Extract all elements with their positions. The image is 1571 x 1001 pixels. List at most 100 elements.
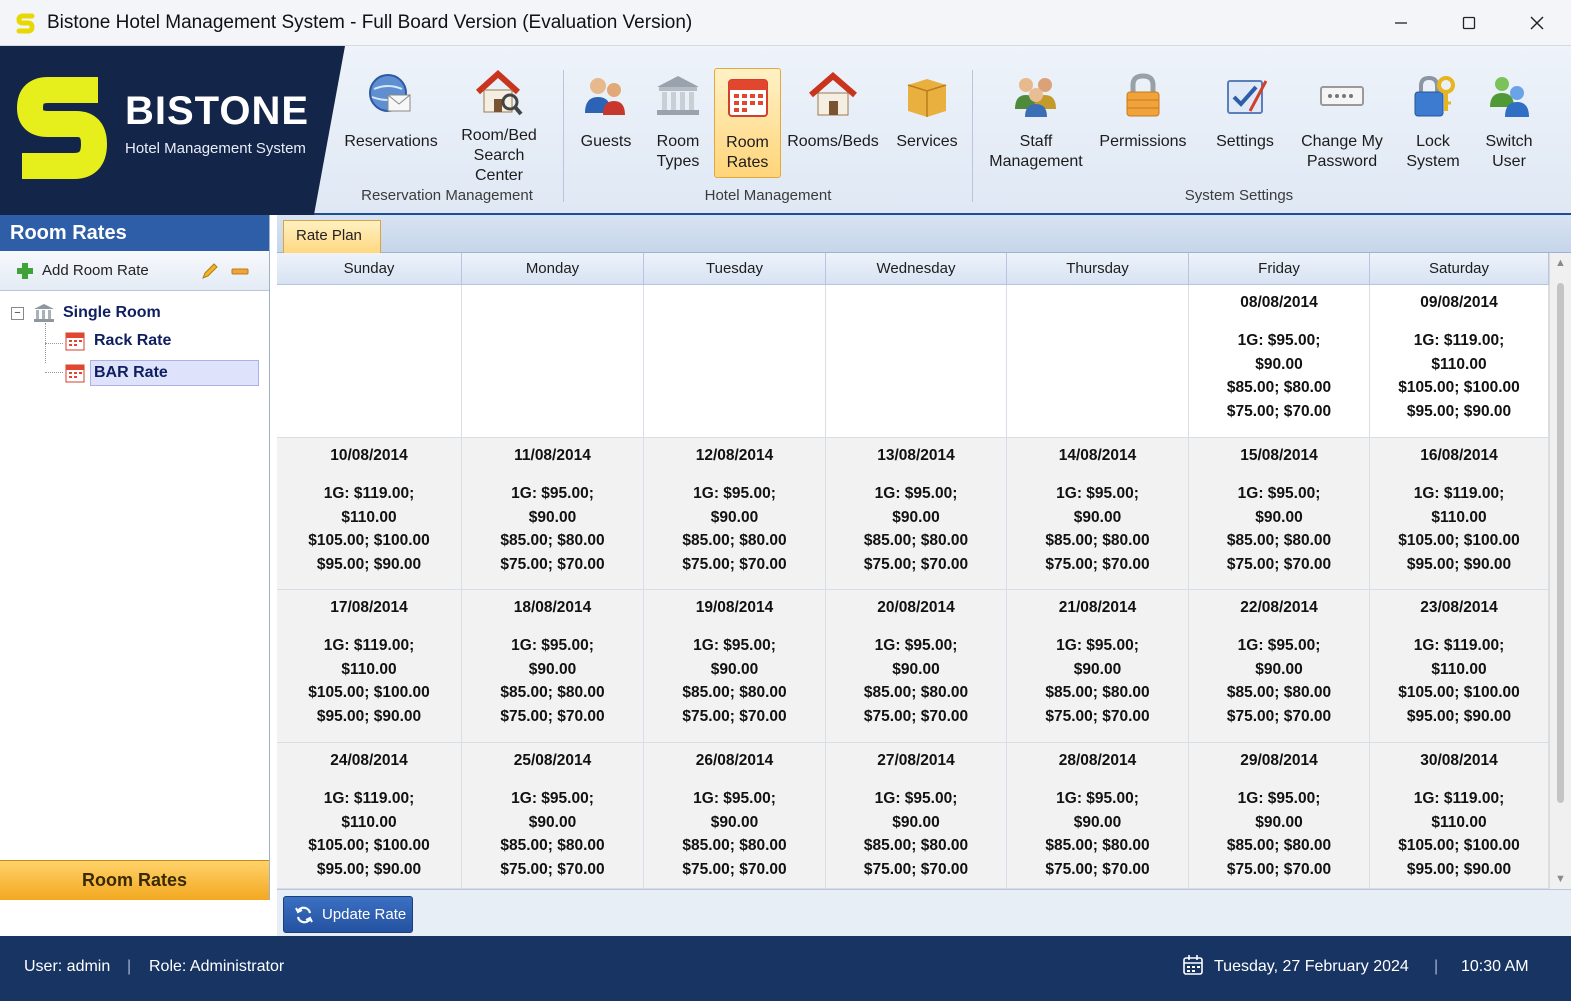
rate-day-cell[interactable]: 25/08/2014 1G: $95.00; $90.00 $85.00; $80.0… [462, 743, 644, 889]
rate-day-cell[interactable]: 20/08/2014 1G: $95.00; $90.00 $85.00; $80.0… [826, 590, 1007, 743]
tree-item-single-room[interactable]: Single Room [33, 303, 161, 323]
guests-icon [578, 68, 634, 124]
rate-day-cell[interactable]: 27/08/2014 1G: $95.00; $90.00 $85.00; $80.0… [826, 743, 1007, 889]
add-room-rate-button[interactable]: Add Room Rate [16, 262, 149, 280]
cell-date: 11/08/2014 [514, 447, 591, 464]
rate-day-cell[interactable]: 30/08/2014 1G: $119.00; $110.00 $105.00; $1… [1370, 743, 1549, 889]
rate-day-cell[interactable]: 14/08/2014 1G: $95.00; $90.00 $85.00; $80.0… [1007, 438, 1189, 590]
change-my-password-button[interactable]: Change My Password [1296, 68, 1388, 178]
tab-rate-plan[interactable]: Rate Plan [283, 220, 381, 253]
rate-day-cell[interactable]: 23/08/2014 1G: $119.00; $110.00 $105.00; $1… [1370, 590, 1549, 743]
scrollbar-thumb[interactable] [1557, 283, 1564, 803]
vertical-scrollbar[interactable]: ▲ ▼ [1549, 253, 1571, 889]
rate-day-cell[interactable]: 15/08/2014 1G: $95.00; $90.00 $85.00; $80.0… [1189, 438, 1370, 590]
staff-management-label: Staff Management [989, 133, 1083, 170]
rate-line: $90.00 [892, 813, 940, 831]
rate-line: 1G: $95.00; [1237, 485, 1321, 502]
building-columns-icon [650, 68, 706, 124]
rate-day-cell[interactable]: 29/08/2014 1G: $95.00; $90.00 $85.00; $80.0… [1189, 743, 1370, 889]
rate-line: $90.00 [1073, 508, 1122, 526]
rate-line: $110.00 [1431, 660, 1487, 678]
cell-date: 09/08/2014 [1420, 294, 1498, 311]
scroll-up-icon[interactable]: ▲ [1555, 257, 1566, 269]
cell-date: 24/08/2014 [330, 752, 408, 769]
reservations-button[interactable]: Reservations [344, 68, 438, 178]
rate-line: $105.00; $100.00 [1398, 684, 1520, 701]
rate-line: 1G: $95.00; [693, 485, 776, 502]
left-panel-header: Room Rates [0, 215, 269, 251]
plus-icon [17, 262, 33, 279]
rate-line: $75.00; $70.00 [863, 707, 969, 725]
collapse-toggle-icon[interactable]: − [11, 307, 24, 320]
house-search-icon [471, 68, 527, 118]
group-label-reservation-management: Reservation Management [361, 187, 533, 204]
status-date: Tuesday, 27 February 2024 [1214, 958, 1409, 975]
room-types-button[interactable]: Room Types [648, 68, 708, 178]
rate-day-cell[interactable]: 08/08/2014 1G: $95.00; $90.00 $85.00; $80.0… [1189, 285, 1370, 438]
rate-day-cell[interactable]: 22/08/2014 1G: $95.00; $90.00 $85.00; $80.0… [1189, 590, 1370, 743]
lock-system-button[interactable]: Lock System [1400, 68, 1466, 178]
rate-line: $110.00 [1431, 508, 1487, 526]
rate-line: 1G: $95.00; [874, 485, 958, 502]
rate-line: $85.00; $80.00 [500, 532, 605, 549]
close-button[interactable] [1503, 0, 1571, 46]
edit-pencil-icon[interactable] [200, 262, 220, 280]
cell-rates: 1G: $95.00; $90.00 $85.00; $80.00 $75.00; $… [644, 634, 825, 728]
day-header-monday: Monday [462, 253, 644, 285]
rate-day-cell[interactable]: 16/08/2014 1G: $119.00; $110.00 $105.00; $1… [1370, 438, 1549, 590]
minimize-button[interactable] [1367, 0, 1435, 46]
rate-line: $90.00 [892, 660, 940, 678]
rate-day-cell[interactable]: 28/08/2014 1G: $95.00; $90.00 $85.00; $80.0… [1007, 743, 1189, 889]
rate-calendar-grid: Sunday Monday Tuesday Wednesday Thursday Frid… [277, 253, 1549, 889]
rate-line: $75.00; $70.00 [682, 555, 787, 573]
rate-day-cell[interactable]: 09/08/2014 1G: $119.00; $110.00 $105.00; $1… [1370, 285, 1549, 438]
delete-minus-icon[interactable] [230, 262, 250, 280]
status-separator: | [1434, 958, 1439, 975]
rooms-beds-button[interactable]: Rooms/Beds [787, 68, 879, 178]
rate-line: $95.00; $90.00 [1406, 860, 1512, 878]
room-types-label: Room Types [656, 133, 700, 170]
rate-day-cell[interactable]: 17/08/2014 1G: $119.00; $110.00 $105.00; $1… [277, 590, 462, 743]
rate-day-cell[interactable]: 10/08/2014 1G: $119.00; $110.00 $105.00; $1… [277, 438, 462, 590]
rate-day-cell[interactable]: 13/08/2014 1G: $95.00; $90.00 $85.00; $80.0… [826, 438, 1007, 590]
rate-day-cell[interactable]: 24/08/2014 1G: $119.00; $110.00 $105.00; $1… [277, 743, 462, 889]
room-rates-button[interactable]: Room Rates [714, 68, 781, 178]
scroll-down-icon[interactable]: ▼ [1555, 873, 1566, 885]
room-bed-search-center-button[interactable]: Room/Bed Search Center [448, 68, 550, 184]
settings-button[interactable]: Settings [1210, 68, 1280, 178]
cell-date: 15/08/2014 [1240, 447, 1318, 464]
services-button[interactable]: Services [893, 68, 961, 178]
staff-management-button[interactable]: Staff Management [986, 68, 1086, 178]
tree-item-bar-rate[interactable]: BAR Rate [64, 360, 259, 386]
cell-date: 22/08/2014 [1240, 599, 1318, 616]
rate-day-cell[interactable]: 19/08/2014 1G: $95.00; $90.00 $85.00; $80.0… [644, 590, 826, 743]
password-field-icon [1314, 68, 1370, 124]
rate-day-cell[interactable]: 18/08/2014 1G: $95.00; $90.00 $85.00; $80.0… [462, 590, 644, 743]
rate-day-cell[interactable]: 11/08/2014 1G: $95.00; $90.00 $85.00; $80.0… [462, 438, 644, 590]
rate-line: 1G: $95.00; [511, 637, 594, 654]
rate-line: $75.00; $70.00 [500, 707, 605, 725]
rate-line: $85.00; $80.00 [682, 532, 787, 549]
cell-rates: 1G: $95.00; $90.00 $85.00; $80.00 $75.00; $… [644, 787, 825, 881]
rate-line: 1G: $95.00; [693, 790, 776, 807]
rate-day-cell[interactable]: 21/08/2014 1G: $95.00; $90.00 $85.00; $80.0… [1007, 590, 1189, 743]
rate-line: $85.00; $80.00 [1045, 837, 1150, 854]
tree-item-rack-rate[interactable]: Rack Rate [64, 331, 171, 351]
rate-line: 1G: $119.00; [323, 485, 415, 502]
rate-day-cell[interactable]: 26/08/2014 1G: $95.00; $90.00 $85.00; $80.0… [644, 743, 826, 889]
permissions-button[interactable]: Permissions [1098, 68, 1188, 178]
maximize-button[interactable] [1435, 0, 1503, 46]
rate-line: $110.00 [341, 813, 397, 831]
cell-rates: 1G: $119.00; $110.00 $105.00; $100.00 $95.0… [1370, 329, 1548, 423]
lock-system-label: Lock System [1406, 133, 1460, 170]
ribbon: BISTONE Hotel Management System Reservat… [0, 46, 1571, 215]
rate-line: $75.00; $70.00 [1045, 555, 1150, 573]
left-panel-footer-button[interactable]: Room Rates [0, 860, 269, 900]
rate-day-cell[interactable]: 12/08/2014 1G: $95.00; $90.00 $85.00; $80.0… [644, 438, 826, 590]
rate-line: $90.00 [1255, 813, 1303, 831]
logo-title: BISTONE [125, 89, 310, 133]
update-rate-button[interactable]: Update Rate [283, 896, 413, 933]
guests-button[interactable]: Guests [575, 68, 637, 178]
cell-rates: 1G: $119.00; $110.00 $105.00; $100.00 $95.0… [1370, 787, 1548, 881]
switch-user-button[interactable]: Switch User [1478, 68, 1540, 178]
